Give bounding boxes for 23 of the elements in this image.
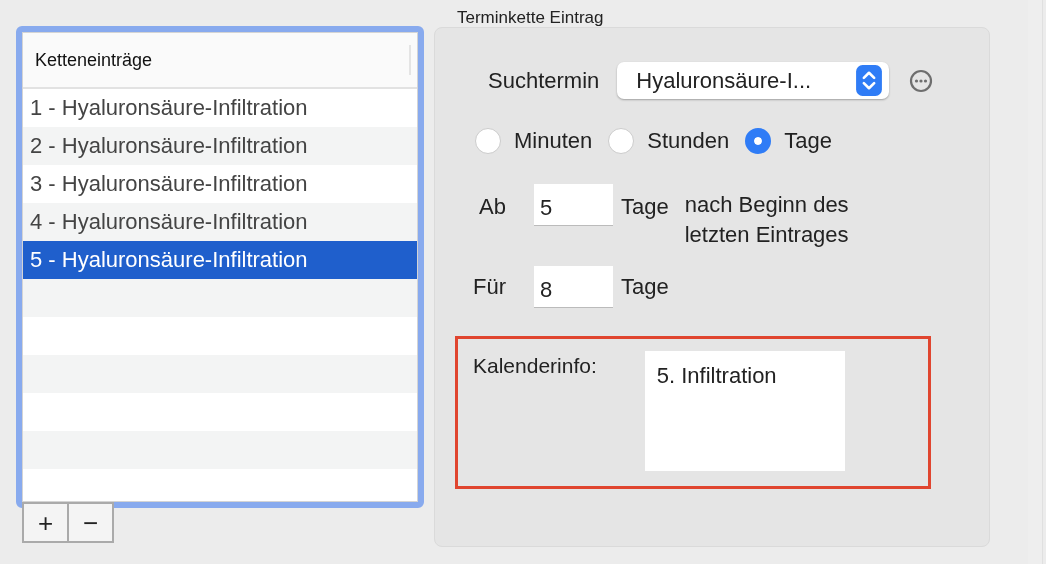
duration-label: Für xyxy=(473,274,507,300)
radio-label[interactable]: Minuten xyxy=(514,128,593,154)
calendar-info-field[interactable]: 5. Infiltration xyxy=(644,351,845,471)
unit-label: Tage xyxy=(621,274,669,300)
duration-field[interactable]: 8 xyxy=(534,266,613,308)
radio-label[interactable]: Tage xyxy=(784,128,832,154)
remove-button[interactable]: − xyxy=(67,502,114,543)
more-icon[interactable] xyxy=(909,68,934,93)
radio-button[interactable] xyxy=(608,128,635,154)
from-label: Ab xyxy=(479,194,507,220)
radio-label[interactable]: Stunden xyxy=(647,128,730,154)
appointment-dropdown[interactable]: Hyaluronsäure-I... xyxy=(617,62,890,99)
add-button[interactable]: + xyxy=(22,502,69,543)
note-text: nach Beginn des letzten Eintrages xyxy=(684,191,850,249)
radio-button[interactable] xyxy=(745,128,772,154)
unit-label: Tage xyxy=(621,194,669,220)
calendar-info-label: Kalenderinfo: xyxy=(473,354,597,378)
from-field[interactable]: 5 xyxy=(534,184,613,226)
column-header[interactable]: Ketteneinträge xyxy=(23,33,417,89)
group-title: Terminkette Eintrag xyxy=(456,7,605,27)
list-item[interactable]: 5 - Hyaluronsäure-Infiltration xyxy=(23,241,417,279)
search-label: Suchtermin xyxy=(488,67,600,94)
radio-button[interactable] xyxy=(475,128,501,154)
